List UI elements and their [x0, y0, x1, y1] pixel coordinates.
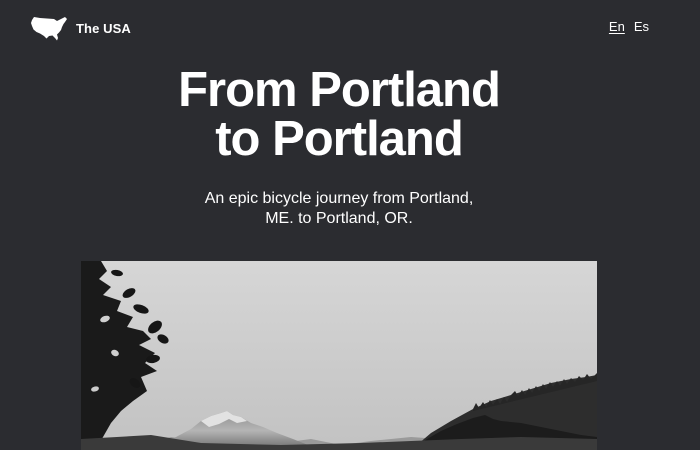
hero-title-line-1: From Portland: [178, 63, 501, 117]
brand-link[interactable]: The USA: [30, 15, 131, 41]
language-es-link[interactable]: Es: [634, 19, 649, 34]
mountain-landscape-image: [81, 261, 597, 450]
site-header: The USA En Es: [0, 0, 700, 58]
page: The USA En Es From Portland to Portland …: [0, 0, 700, 450]
hero-subtitle-line-2: ME. to Portland, OR.: [265, 210, 413, 227]
usa-map-icon: [31, 17, 67, 41]
hero-subtitle: An epic bicycle journey from Portland, M…: [179, 189, 499, 229]
language-en-link[interactable]: En: [609, 19, 625, 34]
language-switcher: En Es: [609, 19, 649, 34]
hero-subtitle-line-1: An epic bicycle journey from Portland,: [204, 190, 474, 207]
brand-name: The USA: [76, 20, 131, 36]
hero-title-line-2: to Portland: [215, 112, 464, 166]
hero-title: From Portland to Portland: [0, 66, 678, 164]
hero-photo: [81, 261, 597, 450]
